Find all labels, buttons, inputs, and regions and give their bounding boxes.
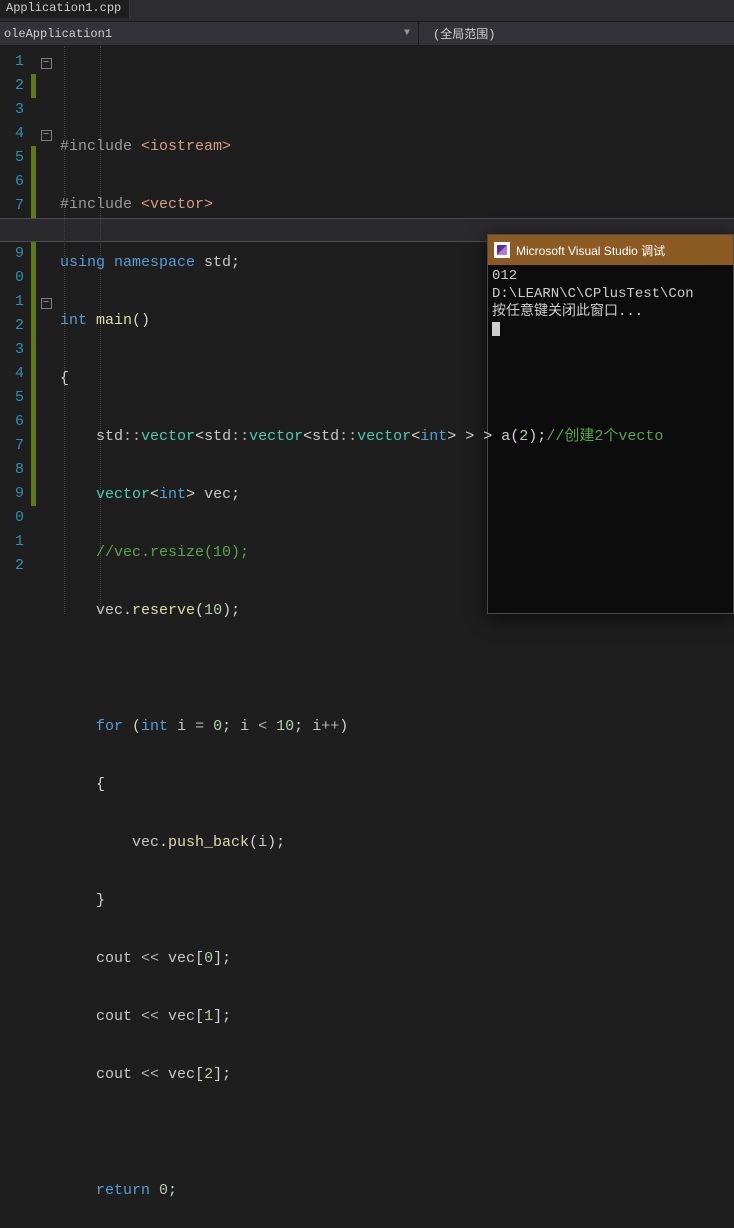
code-line: { (56, 773, 734, 797)
breadcrumb-bar: oleApplication1 ▼ (全局范围) (0, 22, 734, 46)
code-line: vector<int> vec; (56, 483, 734, 507)
line-number: 4 (0, 122, 30, 146)
line-number: 2 (0, 74, 30, 98)
line-number: 2 (0, 554, 30, 578)
code-line (56, 657, 734, 681)
breadcrumb-context-label: (全局范围) (433, 28, 495, 42)
line-number: 6 (0, 170, 30, 194)
chevron-down-icon: ▼ (404, 28, 418, 39)
fold-toggle[interactable]: − (41, 298, 52, 309)
line-number: 1 (0, 290, 30, 314)
fold-toggle[interactable]: − (41, 130, 52, 141)
file-tab-label: Application1.cpp (6, 1, 121, 15)
code-line: cout << vec[0]; (56, 947, 734, 971)
breadcrumb-scope[interactable]: oleApplication1 ▼ (0, 27, 418, 41)
line-number: 2 (0, 314, 30, 338)
line-number: 9 (0, 242, 30, 266)
code-line: vec.push_back(i); (56, 831, 734, 855)
fold-toggle[interactable]: − (41, 58, 52, 69)
line-number-gutter: 1 2 3 4 5 6 7 8 9 0 1 2 3 4 5 6 7 8 9 0 … (0, 46, 30, 614)
line-number: 3 (0, 98, 30, 122)
code-line: for (int i = 0; i < 10; i++) (56, 715, 734, 739)
line-number: 1 (0, 530, 30, 554)
line-number: 4 (0, 362, 30, 386)
tab-strip: Application1.cpp (0, 0, 734, 22)
code-line: //vec.resize(10); (56, 541, 734, 565)
code-line: } (56, 889, 734, 913)
code-line: #include <vector> (56, 193, 734, 217)
line-number: 0 (0, 266, 30, 290)
code-line: int main() (56, 309, 734, 333)
line-number: 7 (0, 434, 30, 458)
outline-gutter: − − − (36, 46, 56, 614)
code-line: cout << vec[1]; (56, 1005, 734, 1029)
code-line: { (56, 367, 734, 391)
line-number: 5 (0, 386, 30, 410)
code-line: cout << vec[2]; (56, 1063, 734, 1087)
line-number: 8 (0, 458, 30, 482)
breadcrumb-context[interactable]: (全局范围) (419, 25, 495, 42)
breadcrumb-scope-label: oleApplication1 (4, 27, 112, 41)
line-number: 7 (0, 194, 30, 218)
code-line: #include <iostream> (56, 135, 734, 159)
line-number: 9 (0, 482, 30, 506)
line-number: 0 (0, 506, 30, 530)
line-number: 6 (0, 410, 30, 434)
line-number: 1 (0, 50, 30, 74)
code-line: vec.reserve(10); (56, 599, 734, 623)
line-number: 3 (0, 338, 30, 362)
code-line: using namespace std; (56, 251, 734, 275)
code-line: std::vector<std::vector<std::vector<int>… (56, 425, 734, 449)
code-line: return 0; (56, 1179, 734, 1203)
code-line (56, 1121, 734, 1145)
line-number: 5 (0, 146, 30, 170)
file-tab[interactable]: Application1.cpp (0, 0, 130, 18)
